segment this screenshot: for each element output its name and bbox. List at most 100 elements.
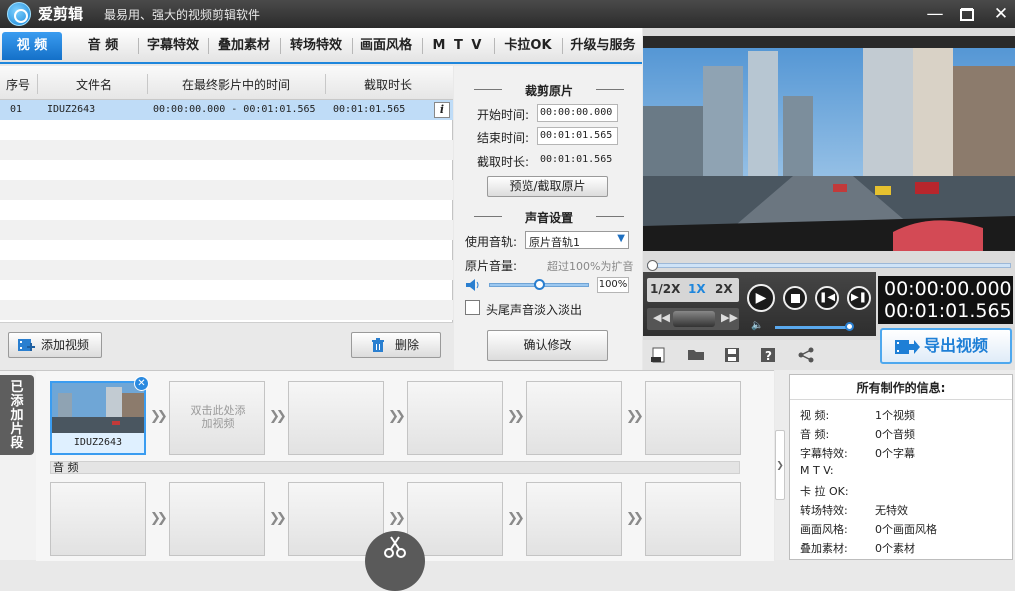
- empty-video-slot[interactable]: 双击此处添加视频: [169, 381, 265, 455]
- player-volume-handle[interactable]: [845, 322, 855, 331]
- info-value-video: 1个视频: [875, 409, 915, 422]
- empty-video-slot[interactable]: [407, 381, 503, 455]
- confirm-button[interactable]: 确认修改: [487, 330, 608, 361]
- added-clips-tab[interactable]: 已添加片段: [0, 375, 34, 455]
- volume-value[interactable]: 100%: [597, 277, 629, 293]
- empty-audio-slot[interactable]: [50, 482, 146, 556]
- timeline-progress-bar[interactable]: [647, 260, 1011, 271]
- transition-arrow-icon: ❯❯: [626, 511, 644, 526]
- next-frame-icon[interactable]: ▶❚: [847, 286, 871, 310]
- help-icon[interactable]: ?: [760, 347, 778, 363]
- export-video-button[interactable]: 导出视频: [880, 328, 1012, 364]
- end-time-label: 结束时间:: [477, 131, 530, 145]
- rewind-icon[interactable]: ◀◀: [653, 311, 670, 324]
- tab-overlay-materials[interactable]: 叠加素材: [212, 32, 276, 60]
- info-title: 所有制作的信息:: [856, 381, 946, 395]
- app-title: 爱剪辑: [38, 5, 84, 23]
- tab-transition-effects[interactable]: 转场特效: [284, 32, 348, 60]
- volume-slider[interactable]: [489, 279, 589, 290]
- info-label-mtv: M T V:: [800, 464, 834, 477]
- jog-shuttle[interactable]: ◀◀ ▶▶: [647, 308, 739, 330]
- transition-arrow-icon[interactable]: ❯❯: [507, 409, 525, 425]
- tab-karaoke[interactable]: 卡拉OK: [498, 32, 558, 60]
- empty-audio-slot[interactable]: [526, 482, 622, 556]
- maximize-icon[interactable]: [955, 2, 979, 26]
- transition-arrow-icon[interactable]: ❯❯: [269, 409, 287, 425]
- remove-clip-icon[interactable]: ✕: [134, 376, 149, 391]
- project-info-panel: ❯ 所有制作的信息: 视 频: 1个视频 音 频: 0个音频 字幕特效: 0个字…: [775, 370, 1015, 560]
- progress-handle[interactable]: [647, 260, 658, 271]
- tab-subtitle-effects[interactable]: 字幕特效: [142, 32, 204, 60]
- close-icon[interactable]: ✕: [989, 2, 1013, 26]
- audio-track-select[interactable]: 原片音轨1 ▼: [525, 231, 629, 249]
- transition-arrow-icon: ❯❯: [150, 511, 168, 526]
- clip-edit-panel: 裁剪原片 开始时间: 00:00:00.000 结束时间: 00:01:01.5…: [454, 66, 642, 370]
- info-icon[interactable]: i: [434, 102, 450, 118]
- volume-label: 原片音量:: [465, 259, 518, 273]
- player-volume-slider[interactable]: [775, 322, 855, 331]
- tab-upgrade-service[interactable]: 升级与服务: [566, 32, 640, 60]
- add-video-button[interactable]: 添加视频: [8, 332, 102, 358]
- clip-thumbnail[interactable]: IDUZ2643: [50, 381, 146, 455]
- main-tab-bar: 视 频 音 频 字幕特效 叠加素材 转场特效 画面风格 M T V 卡拉OK 升…: [0, 28, 642, 64]
- empty-audio-slot[interactable]: [169, 482, 265, 556]
- play-icon[interactable]: ▶: [747, 284, 775, 312]
- video-preview[interactable]: [643, 36, 1015, 251]
- transition-arrow-icon[interactable]: ❯❯: [150, 409, 168, 425]
- speed-selector: 1/2X 1X 2X: [647, 278, 739, 302]
- row-span: 00:00:00.000 - 00:01:01.565: [153, 104, 316, 115]
- start-time-input[interactable]: 00:00:00.000: [537, 104, 618, 122]
- volume-slider-handle[interactable]: [534, 279, 545, 290]
- share-icon[interactable]: [798, 347, 816, 363]
- minimize-icon[interactable]: —: [923, 2, 947, 26]
- stop-icon[interactable]: [783, 286, 807, 310]
- row-index: 01: [10, 104, 23, 115]
- collapse-arrow-icon[interactable]: ❯: [775, 430, 785, 500]
- end-time-input[interactable]: 00:01:01.565: [537, 127, 618, 145]
- fade-checkbox[interactable]: [465, 300, 480, 315]
- empty-video-slot[interactable]: [288, 381, 384, 455]
- delete-button[interactable]: 删除: [351, 332, 441, 358]
- app-slogan: 最易用、强大的视频剪辑软件: [104, 8, 261, 22]
- header-timeline-position: 在最终影片中的时间: [182, 78, 291, 92]
- info-value-transitions: 无特效: [875, 504, 908, 517]
- clip-duration-label: 截取时长:: [477, 155, 530, 169]
- preview-clip-button[interactable]: 预览/截取原片: [487, 176, 608, 197]
- save-icon[interactable]: [724, 347, 742, 363]
- speed-half[interactable]: 1/2X: [650, 282, 680, 296]
- info-label-subtitles: 字幕特效:: [800, 447, 848, 460]
- empty-video-slot[interactable]: [526, 381, 622, 455]
- tab-video[interactable]: 视 频: [2, 32, 62, 60]
- tab-mtv[interactable]: M T V: [428, 32, 488, 60]
- previous-frame-icon[interactable]: ❚◀: [815, 286, 839, 310]
- player-speaker-icon[interactable]: 🔈: [751, 320, 763, 331]
- header-index: 序号: [6, 78, 31, 92]
- open-folder-icon[interactable]: [687, 347, 705, 363]
- speed-1x[interactable]: 1X: [688, 282, 706, 296]
- transition-arrow-icon[interactable]: ❯❯: [626, 409, 644, 425]
- info-value-picture-style: 0个画面风格: [875, 523, 937, 536]
- fast-forward-icon[interactable]: ▶▶: [721, 311, 738, 324]
- transition-arrow-icon: ❯❯: [269, 511, 287, 526]
- film-add-icon: [18, 339, 35, 351]
- header-duration: 截取时长: [364, 78, 413, 92]
- info-value-overlay: 0个素材: [875, 542, 915, 555]
- audio-track-label: 使用音轨:: [465, 235, 518, 249]
- empty-video-slot[interactable]: [645, 381, 741, 455]
- info-label-picture-style: 画面风格:: [800, 523, 848, 536]
- row-duration: 00:01:01.565: [333, 104, 406, 115]
- transition-arrow-icon[interactable]: ❯❯: [388, 409, 406, 425]
- timeline-area: 已添加片段 IDUZ2643 ✕ ❯❯ 双击此处添加视频 ❯❯ ❯❯ ❯❯ ❯❯…: [0, 370, 774, 591]
- svg-text:?: ?: [765, 349, 772, 363]
- speed-2x[interactable]: 2X: [715, 282, 733, 296]
- new-project-icon[interactable]: [651, 347, 669, 363]
- audio-section-title: 声音设置: [474, 209, 624, 226]
- tab-audio[interactable]: 音 频: [72, 32, 134, 60]
- speaker-icon[interactable]: [465, 278, 481, 292]
- tab-picture-style[interactable]: 画面风格: [355, 32, 417, 60]
- empty-audio-slot[interactable]: [645, 482, 741, 556]
- current-time: 00:00:00.000: [884, 278, 1012, 300]
- scissors-icon[interactable]: [365, 531, 425, 591]
- info-label-karaoke: 卡 拉 OK:: [800, 485, 849, 498]
- table-row[interactable]: 01 IDUZ2643 00:00:00.000 - 00:01:01.565 …: [0, 100, 453, 120]
